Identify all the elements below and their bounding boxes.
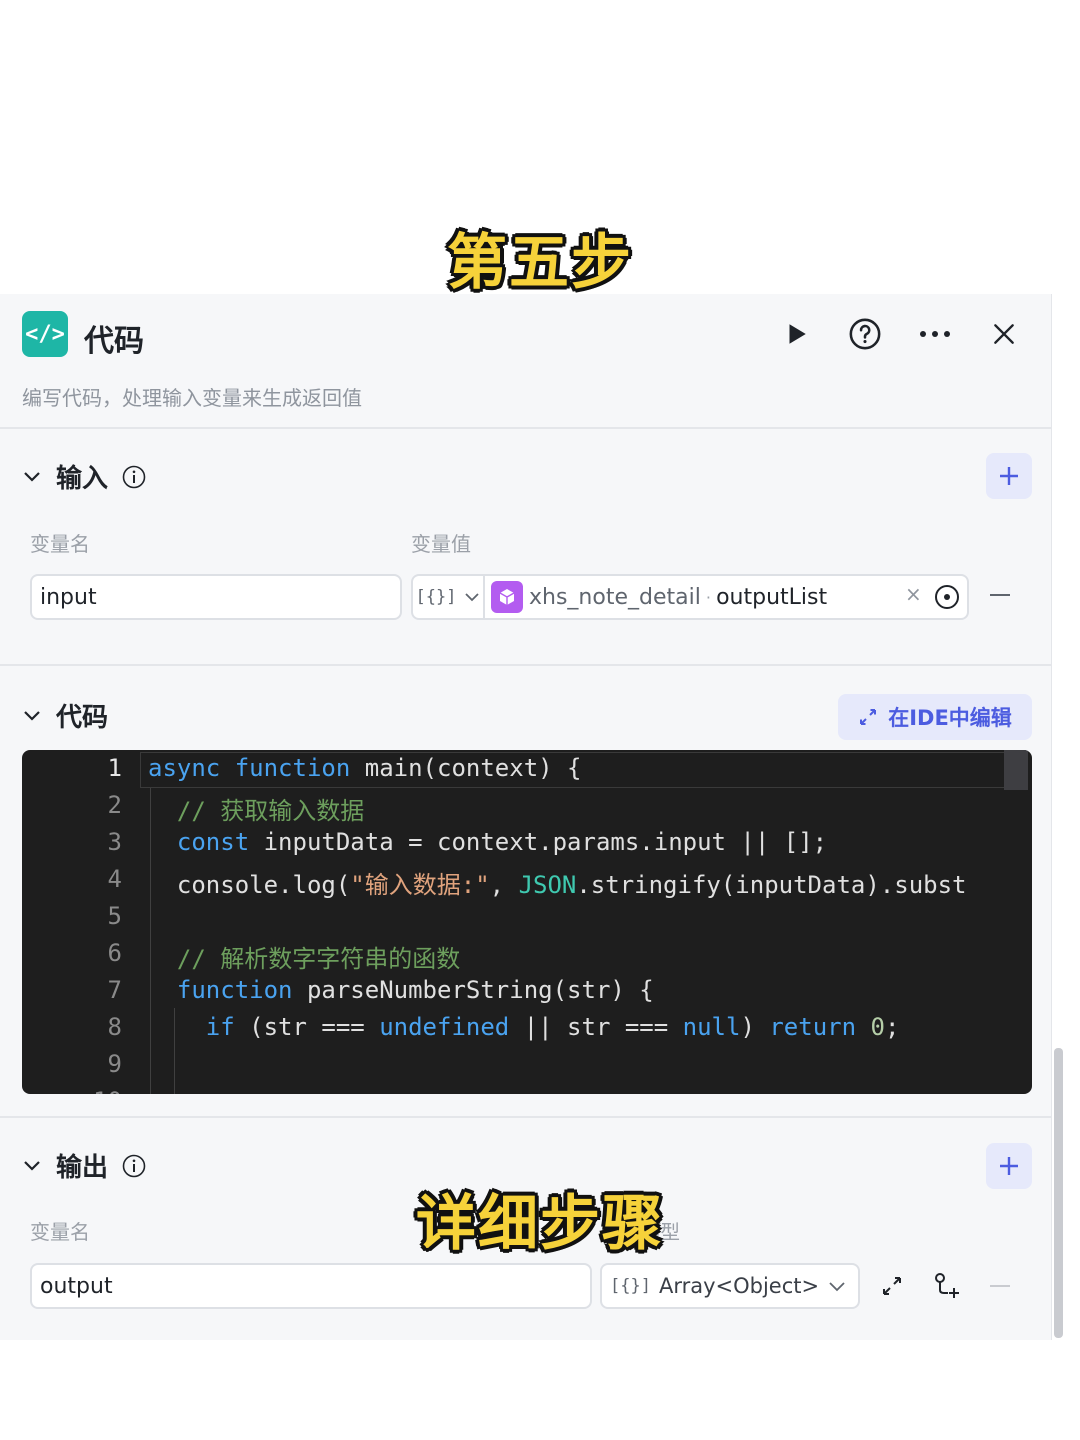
expand-icon: [860, 709, 877, 725]
ref-separator: ·: [700, 587, 717, 607]
code-token: // 解析数字字符串的函数: [148, 945, 461, 973]
section-divider: [0, 664, 1051, 666]
line-number-gutter: 1 2 3 4 5 6 7 8 9 10: [22, 750, 140, 1094]
overlay-detail-title: 详细步骤: [416, 1189, 664, 1259]
chevron-down-icon: [829, 1282, 845, 1292]
code-token: if: [205, 1013, 250, 1041]
code-token: undefined: [379, 1013, 510, 1041]
input-type-select[interactable]: [{}]: [413, 576, 485, 618]
code-line[interactable]: // 获取输入数据: [148, 791, 364, 826]
line-number: 1: [107, 754, 122, 782]
code-token: function: [234, 754, 365, 782]
edit-in-ide-button[interactable]: 在IDE中编辑: [838, 694, 1032, 740]
overlay-step-title: 第五步: [447, 228, 633, 298]
input-section-header[interactable]: 输入: [22, 458, 146, 495]
code-token: main(context) {: [364, 754, 582, 782]
code-line[interactable]: // 如果已经是数字，直接返回: [148, 1087, 537, 1094]
code-line[interactable]: function parseNumberString(str) {: [148, 976, 654, 1004]
clear-ref-icon[interactable]: ×: [905, 582, 922, 606]
code-token: (str ===: [249, 1013, 380, 1041]
code-token: function: [176, 976, 307, 1004]
line-number: 2: [107, 791, 122, 819]
line-number: 5: [107, 902, 122, 930]
remove-output-button[interactable]: [990, 1285, 1010, 1287]
code-line[interactable]: const inputData = context.params.input |…: [148, 828, 827, 856]
code-token: 0: [870, 1013, 885, 1041]
ref-var-name: outputList: [716, 584, 828, 610]
code-token: JSON: [518, 871, 577, 899]
edit-in-ide-label: 在IDE中编辑: [888, 706, 1012, 730]
add-input-button[interactable]: [986, 453, 1032, 499]
code-token: const: [176, 828, 264, 856]
code-token: ,: [489, 871, 519, 899]
code-token: console.log(: [148, 871, 351, 899]
code-token: parseNumberString(str) {: [306, 976, 654, 1004]
code-logo-icon: </>: [22, 311, 68, 357]
remove-input-button[interactable]: [990, 594, 1010, 596]
input-section-title: 输入: [56, 464, 109, 494]
code-token: null: [682, 1013, 741, 1041]
help-icon[interactable]: [847, 316, 883, 352]
line-number: 4: [107, 865, 122, 893]
expand-icon[interactable]: [880, 1274, 904, 1302]
info-icon[interactable]: [122, 1154, 146, 1178]
code-line[interactable]: if (str === undefined || str === null) r…: [148, 1013, 900, 1041]
code-section-header[interactable]: 代码: [22, 697, 108, 734]
array-object-type-icon: [{}]: [415, 587, 457, 607]
code-section-title: 代码: [56, 703, 109, 733]
code-token: async: [148, 754, 235, 782]
code-line[interactable]: // 解析数字字符串的函数: [148, 939, 460, 974]
panel-header: </> 代码 编写代码，处理输入变量来生成返回值: [0, 294, 1051, 429]
code-token: ): [740, 1013, 770, 1041]
code-token: ;: [884, 1013, 900, 1041]
node-cube-icon: [491, 581, 523, 613]
code-line[interactable]: console.log("输入数据:", JSON.stringify(inpu…: [148, 865, 967, 900]
editor-scrollbar[interactable]: [1004, 750, 1028, 790]
array-object-type-icon: [{}]: [610, 1276, 651, 1296]
section-divider: [0, 1116, 1051, 1118]
input-var-value-field[interactable]: [{}] xhs_note_detail · outputList ×: [411, 574, 969, 620]
panel-title: 代码: [84, 324, 144, 359]
line-number: 7: [107, 976, 122, 1004]
input-col-name-label: 变量名: [30, 532, 90, 556]
output-type-select[interactable]: [{}] Array<Object>: [600, 1263, 860, 1309]
more-icon[interactable]: [917, 316, 953, 352]
add-child-field-icon[interactable]: [932, 1272, 962, 1304]
input-var-name-field[interactable]: input: [30, 574, 402, 620]
ref-node-name: xhs_note_detail: [529, 584, 701, 610]
chevron-down-icon: [22, 1156, 42, 1176]
code-token: "输入数据:": [350, 871, 490, 899]
input-col-value-label: 变量值: [411, 532, 471, 556]
chevron-down-icon: [465, 593, 480, 602]
line-number: 3: [107, 828, 122, 856]
code-line[interactable]: async function main(context) {: [148, 754, 582, 782]
code-token: inputData = context.params.input || [];: [263, 828, 828, 856]
chevron-down-icon: [22, 706, 42, 726]
line-number: 6: [107, 939, 122, 967]
play-icon[interactable]: [778, 316, 814, 352]
panel-subtitle: 编写代码，处理输入变量来生成返回值: [22, 386, 362, 410]
code-token: || str ===: [509, 1013, 683, 1041]
line-number: 9: [107, 1050, 122, 1078]
output-type-value: Array<Object>: [658, 1274, 820, 1298]
code-token: .stringify(inputData).subst: [576, 871, 967, 899]
output-var-name-field[interactable]: output: [30, 1263, 592, 1309]
code-token: return: [769, 1013, 871, 1041]
close-icon[interactable]: [986, 316, 1022, 352]
line-number: 8: [107, 1013, 122, 1041]
code-token: // 如果已经是数字，直接返回: [148, 1093, 537, 1094]
info-icon[interactable]: [122, 465, 146, 489]
code-token: // 获取输入数据: [148, 797, 365, 825]
variable-picker-icon[interactable]: [933, 583, 961, 617]
code-editor[interactable]: 1 2 3 4 5 6 7 8 9 10 async function main(context)…: [22, 750, 1032, 1094]
line-number: 10: [22, 1087, 122, 1094]
chevron-down-icon: [22, 467, 42, 487]
